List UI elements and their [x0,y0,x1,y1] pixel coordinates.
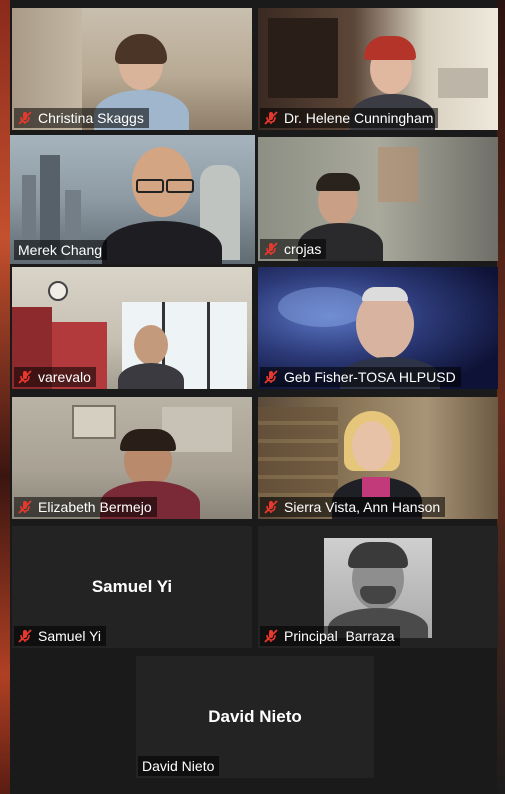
participant-tile[interactable]: Christina Skaggs [12,8,252,130]
participant-nameplate: Christina Skaggs [14,108,149,128]
participant-name: Merek Chang [18,242,103,258]
participant-name: Dr. Helene Cunningham [284,110,434,126]
microphone-muted-icon [18,111,32,125]
participant-name: David Nieto [142,758,215,774]
participant-name: crojas [284,241,322,257]
participant-tile[interactable]: Sierra Vista, Ann Hanson [258,397,498,519]
participant-name: Sierra Vista, Ann Hanson [284,499,441,515]
participant-nameplate: Sierra Vista, Ann Hanson [260,497,446,517]
participant-nameplate: Geb Fisher-TOSA HLPUSD [260,367,461,387]
participant-nameplate: Elizabeth Bermejo [14,497,157,517]
participant-name: varevalo [38,369,91,385]
participant-name: Elizabeth Bermejo [38,499,152,515]
profile-picture [324,538,432,638]
participant-nameplate: David Nieto [138,756,220,776]
participant-tile-video-off[interactable]: David Nieto David Nieto [136,656,374,778]
desktop-background-left [0,0,10,794]
participant-name: Christina Skaggs [38,110,144,126]
participant-tile[interactable]: crojas [258,137,498,261]
participant-name: Geb Fisher-TOSA HLPUSD [284,369,456,385]
participant-name: Samuel Yi [38,628,102,644]
participant-display-name: David Nieto [208,707,302,726]
microphone-muted-icon [264,370,278,384]
participant-tile[interactable]: Elizabeth Bermejo [12,397,252,519]
microphone-muted-icon [264,629,278,643]
participant-nameplate: Merek Chang [14,240,108,260]
participant-name: Principal Barraza [284,628,395,644]
participant-nameplate: Samuel Yi [14,626,107,646]
participant-nameplate: varevalo [14,367,96,387]
participant-nameplate: crojas [260,239,327,259]
participant-tile-active-speaker[interactable]: Merek Chang [10,135,255,264]
participant-tile-video-off[interactable]: Samuel Yi Samuel Yi [12,526,252,648]
microphone-muted-icon [264,242,278,256]
gallery-view: Christina Skaggs Dr. Helene Cunningham M… [10,0,498,794]
microphone-muted-icon [264,111,278,125]
microphone-muted-icon [264,500,278,514]
desktop-background-right [497,0,505,794]
participant-nameplate: Principal Barraza [260,626,400,646]
participant-tile[interactable]: Principal Barraza [258,526,498,648]
participant-tile[interactable]: Dr. Helene Cunningham [258,8,498,130]
participant-tile[interactable]: varevalo [12,267,252,389]
participant-nameplate: Dr. Helene Cunningham [260,108,439,128]
participant-tile[interactable]: Geb Fisher-TOSA HLPUSD [258,267,498,389]
microphone-muted-icon [18,500,32,514]
participant-display-name: Samuel Yi [91,577,173,596]
microphone-muted-icon [18,370,32,384]
microphone-muted-icon [18,629,32,643]
